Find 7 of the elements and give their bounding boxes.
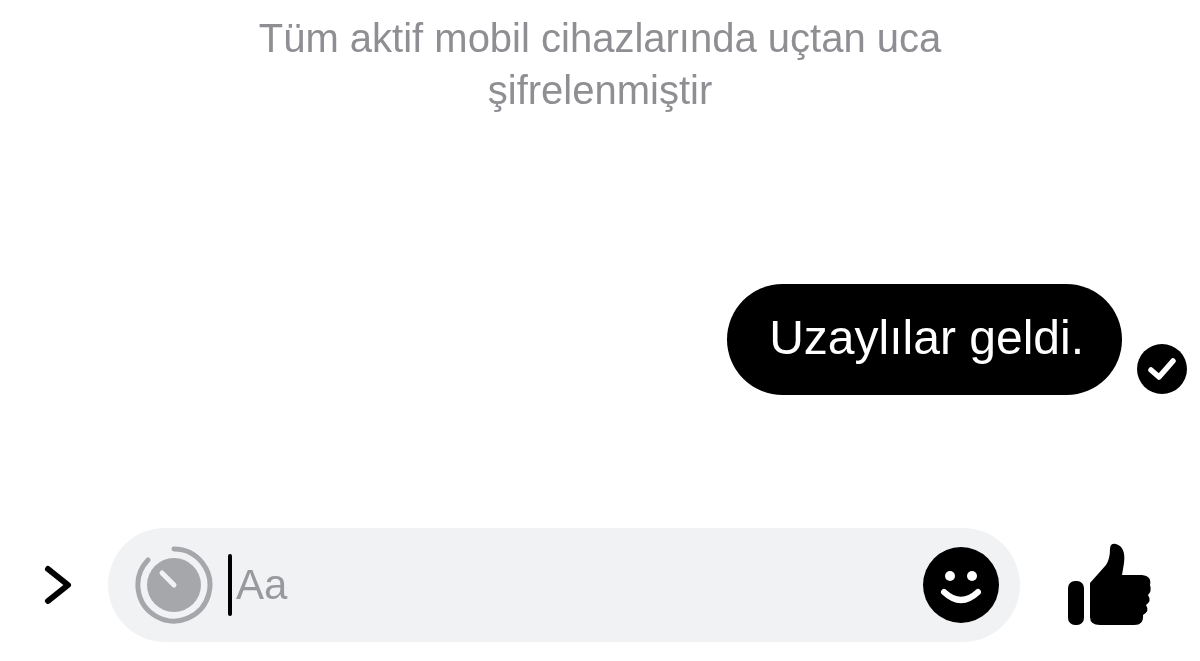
composer-bar[interactable]: Aa: [108, 528, 1020, 642]
message-input-field[interactable]: Aa: [232, 561, 922, 609]
encryption-notice: Tüm aktif mobil cihazlarında uçtan uca şifrelenmiştir: [257, 15, 943, 114]
thumbs-up-icon[interactable]: [1066, 543, 1152, 627]
smiley-icon[interactable]: [922, 546, 1000, 624]
text-cursor: [228, 554, 232, 616]
message-bubble: Uzaylılar geldi.: [727, 284, 1122, 395]
